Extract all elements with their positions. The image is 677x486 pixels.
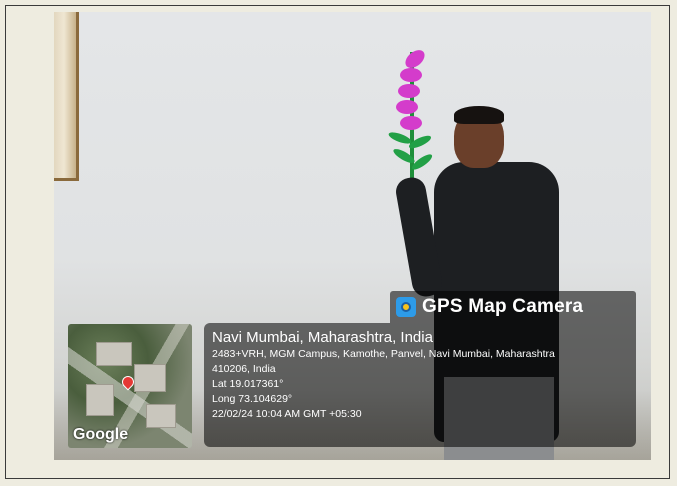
gps-camera-header: GPS Map Camera — [390, 291, 636, 323]
flower-petal — [396, 100, 418, 114]
map-building — [134, 364, 166, 392]
flower-petal — [400, 116, 422, 130]
map-building — [86, 384, 114, 416]
map-thumbnail: Google — [68, 324, 192, 448]
map-building — [146, 404, 176, 428]
location-address-line2: 410206, India — [212, 363, 276, 375]
location-city: Navi Mumbai, Maharashtra, India — [212, 329, 433, 346]
photo: GPS Map Camera Google Navi Mumbai, Mahar… — [54, 12, 651, 460]
location-address-line1: 2483+VRH, MGM Campus, Kamothe, Panvel, N… — [212, 348, 555, 360]
flower-petal — [398, 84, 420, 98]
location-info-box: Navi Mumbai, Maharashtra, India 2483+VRH… — [204, 323, 636, 447]
location-latitude: Lat 19.017361° — [212, 378, 284, 390]
google-logo: Google — [73, 426, 129, 443]
location-datetime: 22/02/24 10:04 AM GMT +05:30 — [212, 408, 362, 420]
location-longitude: Long 73.104629° — [212, 393, 293, 405]
gps-map-camera-icon — [396, 297, 416, 317]
person-hair — [454, 106, 504, 124]
gps-camera-title: GPS Map Camera — [422, 296, 584, 317]
flower-petal — [400, 68, 422, 82]
page-frame: GPS Map Camera Google Navi Mumbai, Mahar… — [5, 5, 670, 479]
map-building — [96, 342, 132, 366]
wall-picture-frame — [54, 12, 79, 181]
